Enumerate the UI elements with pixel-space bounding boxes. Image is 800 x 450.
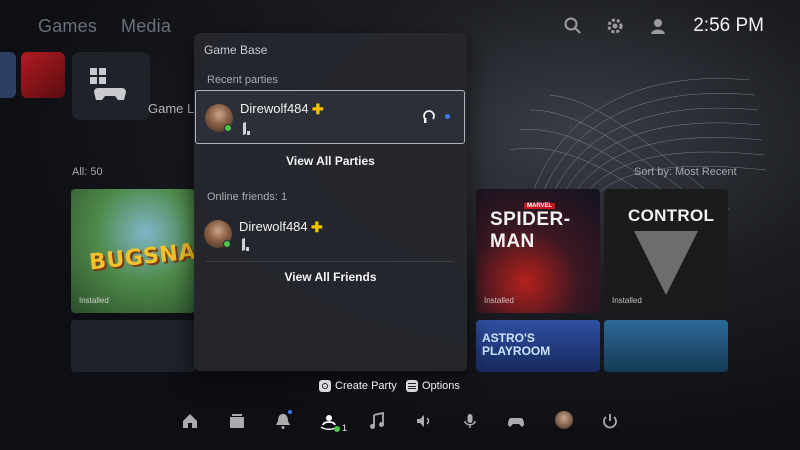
game-title: CONTROL: [628, 206, 715, 225]
friend-row[interactable]: Direwolf484 ✚: [195, 209, 465, 259]
notification-dot: [288, 410, 292, 414]
game-library-tile[interactable]: [72, 52, 150, 120]
power-icon[interactable]: [601, 412, 619, 430]
game-card-spiderman[interactable]: MARVEL SPIDER-MAN Installed: [476, 189, 600, 313]
ps-plus-icon: ✚: [312, 101, 324, 117]
panel-title: Game Base: [204, 43, 268, 57]
online-status-dot: [334, 426, 340, 432]
game-title: SPIDER-MAN: [490, 209, 571, 252]
options-button-icon: [406, 380, 418, 392]
installed-label: Installed: [79, 296, 109, 305]
tab-games[interactable]: Games: [38, 16, 97, 37]
friend-username: Direwolf484: [239, 219, 308, 234]
game-base-panel: Game Base Recent parties Direwolf484 ✚ V…: [194, 33, 467, 371]
home-icon[interactable]: [181, 412, 199, 430]
mic-icon[interactable]: [461, 412, 479, 430]
controller-icon[interactable]: [507, 412, 525, 430]
control-logo: [634, 231, 698, 295]
create-party-label: Create Party: [335, 380, 397, 392]
installed-label: Installed: [612, 296, 642, 305]
game-card-outer-worlds[interactable]: [604, 320, 728, 372]
game-card-astro[interactable]: ASTRO'S PLAYROOM: [476, 320, 600, 372]
circle-button-icon: [319, 380, 331, 392]
ps-plus-icon: ✚: [311, 219, 323, 235]
sound-icon[interactable]: [415, 412, 433, 430]
divider: [206, 261, 454, 262]
game-library-icon: [90, 68, 126, 100]
music-icon[interactable]: [368, 412, 386, 430]
game-title: BUGSNAX: [88, 237, 195, 276]
tab-media[interactable]: Media: [121, 16, 171, 37]
game-tile-partial[interactable]: [0, 52, 16, 98]
search-icon[interactable]: [563, 16, 583, 36]
game-title: ASTRO'S PLAYROOM: [482, 331, 551, 358]
all-count: All: 50: [72, 166, 103, 178]
downloads-icon[interactable]: [228, 412, 246, 430]
settings-icon[interactable]: [605, 16, 625, 36]
game-tile-spiderman[interactable]: [21, 52, 65, 98]
profile-avatar[interactable]: [555, 411, 573, 429]
clock: 2:56 PM: [693, 15, 764, 36]
installed-label: Installed: [484, 296, 514, 305]
recent-parties-label: Recent parties: [207, 74, 278, 86]
sort-by[interactable]: Sort by: Most Recent: [634, 166, 737, 178]
recent-party-row[interactable]: Direwolf484 ✚: [195, 90, 465, 144]
online-status-dot: [223, 240, 231, 248]
game-base-count: 1: [342, 423, 348, 433]
party-username: Direwolf484: [240, 101, 309, 116]
headset-icon: [423, 110, 435, 123]
voice-active-dot: [445, 114, 450, 119]
game-card-control[interactable]: CONTROL Installed: [604, 189, 728, 313]
online-friends-label: Online friends: 1: [207, 191, 288, 203]
view-all-parties-button[interactable]: View All Parties: [194, 154, 467, 168]
profile-icon[interactable]: [648, 16, 668, 36]
options-hint[interactable]: Options: [406, 380, 460, 392]
game-card[interactable]: [71, 320, 195, 372]
game-library-label: Game Li: [148, 101, 198, 116]
console-icon: [242, 238, 249, 251]
view-all-friends-button[interactable]: View All Friends: [194, 270, 467, 284]
online-status-dot: [224, 124, 232, 132]
game-card-bugsnax[interactable]: BUGSNAX Installed: [71, 189, 195, 313]
console-icon: [243, 122, 250, 135]
create-party-hint[interactable]: Create Party: [319, 380, 397, 392]
notifications-icon[interactable]: [274, 412, 292, 430]
options-label: Options: [422, 380, 460, 392]
